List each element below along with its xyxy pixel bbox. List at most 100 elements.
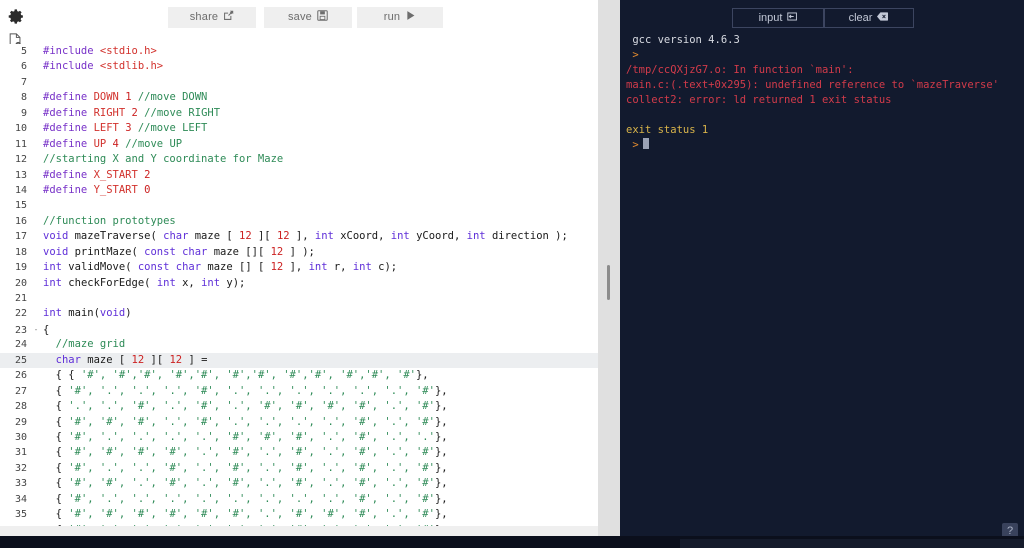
input-button[interactable]: input bbox=[732, 8, 825, 28]
floppy-disk-icon bbox=[317, 10, 328, 21]
code-token: 4 bbox=[112, 137, 126, 150]
code-line[interactable]: 31 { '#', '#', '#', '#', '.', '#', '.', … bbox=[0, 445, 598, 460]
code-token: '#', '.', '.', '#', '.', '#', '.', '#', … bbox=[68, 461, 435, 474]
code-token: { bbox=[43, 400, 69, 413]
code-line[interactable]: 27 { '#', '.', '.', '.', '#', '.', '.', … bbox=[0, 384, 598, 399]
code-line[interactable]: 26 { { '#', '#','#', '#','#', '#','#', '… bbox=[0, 368, 598, 383]
code-token: UP bbox=[93, 137, 113, 150]
code-line[interactable]: 20 int checkForEdge( int x, int y); bbox=[0, 276, 598, 291]
code-text: #include <stdio.h> bbox=[40, 44, 157, 59]
code-line[interactable]: 16 //function prototypes bbox=[0, 214, 598, 229]
code-line[interactable]: 5 #include <stdio.h> bbox=[0, 44, 598, 59]
line-number: 16 bbox=[14, 215, 27, 227]
code-line[interactable]: 34 { '#', '.', '.', '.', '.', '.', '.', … bbox=[0, 492, 598, 507]
clear-button-label: clear bbox=[848, 12, 873, 24]
code-line[interactable]: 9 #define RIGHT 2 //move RIGHT bbox=[0, 106, 598, 121]
code-token: ][ bbox=[251, 230, 277, 243]
code-token: maze [ bbox=[87, 353, 132, 366]
code-token: //move UP bbox=[125, 137, 183, 150]
code-line[interactable]: 28 { '.', '.', '#', '.', '#', '.', '#', … bbox=[0, 399, 598, 414]
line-number: 33 bbox=[14, 478, 27, 490]
code-token: { bbox=[43, 477, 69, 490]
code-line[interactable]: 21 bbox=[0, 291, 598, 306]
clear-button[interactable]: clear bbox=[823, 8, 914, 28]
console-pane: input clear gcc version 4.6.3 > /tmp/ccQX… bbox=[620, 0, 1024, 548]
code-text: { '.', '.', '#', '.', '#', '.', '#', '#'… bbox=[40, 399, 448, 414]
code-token: 1 bbox=[125, 91, 138, 104]
code-text: #define DOWN 1 //move DOWN bbox=[40, 90, 207, 105]
console-cursor bbox=[642, 138, 649, 149]
console-line: exit status 1 bbox=[626, 124, 709, 136]
code-token: #define bbox=[43, 122, 94, 135]
code-line[interactable]: 22 int main(void) bbox=[0, 306, 598, 321]
run-button[interactable]: run bbox=[357, 7, 443, 28]
share-button[interactable]: share bbox=[168, 7, 256, 28]
line-number: 13 bbox=[14, 169, 27, 181]
code-text: void printMaze( const char maze [][ 12 ]… bbox=[40, 245, 315, 260]
code-line[interactable]: 7 bbox=[0, 75, 598, 90]
code-token: { bbox=[43, 384, 69, 397]
line-number: 21 bbox=[14, 293, 27, 304]
share-export-icon bbox=[223, 10, 234, 21]
code-line[interactable]: 25 char maze [ 12 ][ 12 ] = bbox=[0, 352, 598, 369]
code-token: //maze grid bbox=[43, 338, 126, 351]
code-line[interactable]: 17 void mazeTraverse( char maze [ 12 ][ 1… bbox=[0, 229, 598, 244]
line-number: 23 bbox=[14, 324, 27, 336]
code-token: #include bbox=[43, 45, 100, 57]
code-line[interactable]: 29 { '#', '#', '#', '.', '#', '.', '.', … bbox=[0, 415, 598, 430]
code-token: { bbox=[43, 446, 69, 459]
code-token: }, bbox=[434, 461, 448, 474]
code-token: #define bbox=[43, 168, 94, 181]
line-number: 19 bbox=[14, 262, 27, 274]
code-line[interactable]: 32 { '#', '.', '.', '#', '.', '#', '.', … bbox=[0, 461, 598, 476]
code-text: #define UP 4 //move UP bbox=[40, 137, 182, 152]
code-token: }, bbox=[434, 477, 448, 490]
scrollbar-thumb[interactable] bbox=[607, 265, 610, 300]
code-token: checkForEdge( bbox=[68, 276, 157, 289]
code-text: { '#', '.', '.', '.', '.', '.', '.', '.'… bbox=[40, 492, 448, 507]
code-token: //move LEFT bbox=[137, 122, 208, 135]
code-text: //function prototypes bbox=[40, 214, 176, 229]
line-number: 15 bbox=[14, 200, 27, 212]
code-token: '#', '#', '#', '#', '#', '#', '.', '#', … bbox=[68, 508, 435, 521]
input-arrow-icon bbox=[787, 11, 798, 22]
code-token: void bbox=[43, 245, 75, 258]
play-triangle-icon bbox=[405, 10, 416, 21]
editor-horizontal-scrollbar[interactable] bbox=[0, 526, 598, 536]
code-token: #define bbox=[43, 106, 94, 119]
code-token: }, bbox=[434, 384, 448, 397]
code-line[interactable]: 30 { '#', '.', '.', '.', '.', '#', '#', … bbox=[0, 430, 598, 445]
gear-icon[interactable] bbox=[8, 8, 25, 25]
line-number: 9 bbox=[20, 107, 27, 119]
editor-vertical-scrollbar[interactable] bbox=[598, 0, 620, 548]
code-line[interactable]: 35 { '#', '#', '#', '#', '#', '#', '.', … bbox=[0, 507, 598, 522]
code-line[interactable]: 13 #define X_START 2 bbox=[0, 168, 598, 183]
backspace-icon bbox=[877, 11, 889, 22]
fold-toggle[interactable]: - bbox=[32, 322, 40, 337]
code-text: #include <stdlib.h> bbox=[40, 59, 163, 74]
code-line[interactable]: 10 #define LEFT 3 //move LEFT bbox=[0, 121, 598, 136]
code-token: //move DOWN bbox=[137, 91, 208, 104]
code-line[interactable]: 15 bbox=[0, 198, 598, 213]
code-token: maze [] [ bbox=[207, 261, 271, 274]
code-line[interactable]: 11 #define UP 4 //move UP bbox=[0, 137, 598, 152]
line-number: 18 bbox=[14, 246, 27, 258]
code-token: 12 bbox=[270, 245, 284, 258]
code-line[interactable]: 12 //starting X and Y coordinate for Maze bbox=[0, 152, 598, 167]
code-line[interactable]: 24 //maze grid bbox=[0, 337, 598, 352]
code-token: }, bbox=[434, 415, 448, 428]
code-text: { '#', '.', '.', '.', '#', '.', '.', '.'… bbox=[40, 384, 448, 399]
code-token: int bbox=[201, 276, 227, 289]
code-token: 2 bbox=[144, 168, 151, 181]
console-output[interactable]: gcc version 4.6.3 > /tmp/ccQXjzG7.o: In f… bbox=[626, 33, 1022, 153]
code-line[interactable]: 33 { '#', '#', '.', '#', '.', '#', '.', … bbox=[0, 476, 598, 491]
code-line[interactable]: 23-{ bbox=[0, 322, 598, 337]
code-line[interactable]: 14 #define Y_START 0 bbox=[0, 183, 598, 198]
code-editor[interactable]: 5 #include <stdio.h> 6 #include <stdlib.h> 7… bbox=[0, 44, 598, 548]
code-line[interactable]: 8 #define DOWN 1 //move DOWN bbox=[0, 90, 598, 105]
code-line[interactable]: 6 #include <stdlib.h> bbox=[0, 59, 598, 74]
code-line[interactable]: 19 int validMove( const char maze [] [ 12… bbox=[0, 260, 598, 275]
save-button[interactable]: save bbox=[264, 7, 352, 28]
code-line[interactable]: 18 void printMaze( const char maze [][ 12… bbox=[0, 245, 598, 260]
code-token: { bbox=[43, 430, 69, 443]
